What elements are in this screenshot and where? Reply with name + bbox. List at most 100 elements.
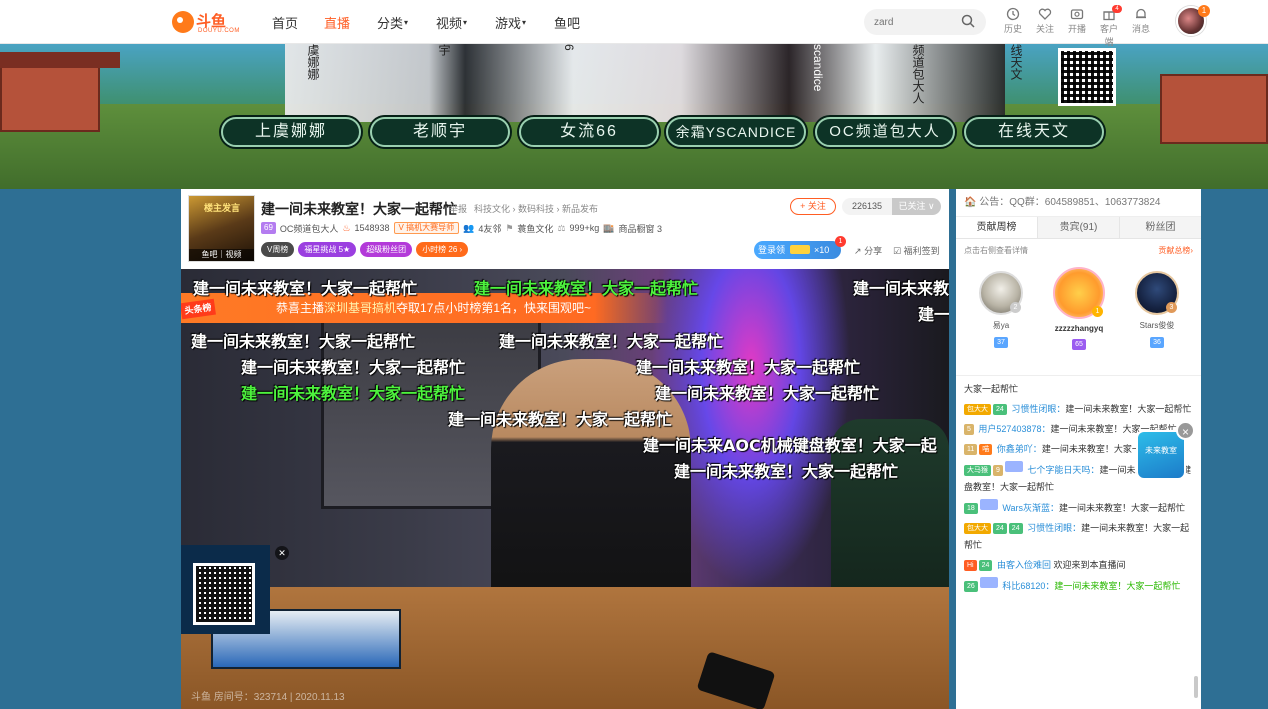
chat-username[interactable]: 习惯性闭眼： (1027, 523, 1081, 533)
thumb-links[interactable]: 鱼吧｜视频 (189, 249, 254, 261)
avatar-badge: 1 (1198, 5, 1210, 17)
fans-count: 226135 (842, 198, 892, 215)
clock-icon (1006, 7, 1020, 21)
chat-list: 大家一起帮忙 包大大 24 习惯性闭眼：建一间未来教室！大家一起帮忙 5 用户52… (956, 375, 1201, 709)
anchor-name[interactable]: OC频道包大人 (280, 222, 339, 235)
share-button[interactable]: ↗ 分享 (854, 244, 882, 257)
nav-video[interactable]: 视频▾ (436, 13, 467, 32)
shop-icon: 🏬 (603, 222, 615, 233)
chat-username[interactable]: 七个字能日天吗： (1027, 465, 1099, 475)
room-title: 建一间未来教室！大家一起帮忙 (261, 201, 457, 217)
nav-live[interactable]: 直播 (324, 13, 350, 32)
client-download-button[interactable]: 客户端 4 (1096, 5, 1122, 48)
chat-message: 26 科比68120：建一间未来教室！大家一起帮忙 (964, 577, 1193, 595)
messages-button[interactable]: 消息 (1128, 7, 1154, 35)
nav-category[interactable]: 分类▾ (377, 13, 408, 32)
chip-lucky-star[interactable]: 福星挑战 5★ (298, 242, 357, 257)
rank-user-3[interactable]: 3 Stars俊俊 36 (1122, 271, 1192, 349)
nav-home[interactable]: 首页 (272, 13, 298, 32)
video-qr-ad[interactable] (181, 545, 270, 634)
banner-streamer-5[interactable]: OC频道包大人 (815, 117, 955, 147)
rank-tabs: 贡献周榜 贵宾(91) 粉丝团 (956, 217, 1201, 239)
nav-game[interactable]: 游戏▾ (495, 13, 526, 32)
chat-username[interactable]: Wars灰渐蓝： (1002, 503, 1059, 513)
avatar: 3 (1135, 271, 1179, 315)
danmu-item: 建一间未来教室！大家一起帮忙 (193, 279, 418, 298)
tab-vip[interactable]: 贵宾(91) (1038, 217, 1120, 238)
top3-ranking: 2 易ya 37 1 zzzzzhangyq 65 3 Stars俊俊 36 (956, 267, 1201, 365)
user-avatar[interactable]: 1 (1176, 5, 1210, 36)
rank-user-1[interactable]: 1 zzzzzhangyq 65 (1044, 267, 1114, 351)
fan-badge: 喵 (979, 444, 993, 455)
room-notice: 🏠 公告：QQ群：604589851、1063773824 (956, 189, 1201, 217)
fan-badge: 包大大 (964, 523, 991, 534)
chat-username[interactable]: 习惯性闭眼： (1011, 404, 1065, 414)
level-badge: 9 (993, 465, 1003, 476)
welfare-checkin-button[interactable]: ☑ 福利签到 (893, 244, 940, 257)
anchor-tag[interactable]: V 搞机大赛导师 (393, 222, 460, 234)
chip-v-weekly[interactable]: V周榜 (261, 242, 295, 257)
danmu-item: 建一间未来教室！大家一起帮忙 (655, 384, 880, 403)
danmu-item: 建一间未来教室！大家一起帮忙 (448, 410, 673, 429)
chat-username[interactable]: 你鑫弟吖： (997, 444, 1042, 454)
close-icon[interactable]: ✕ (275, 546, 289, 560)
rank-user-2[interactable]: 2 易ya 37 (966, 271, 1036, 349)
start-live-button[interactable]: 开播 (1064, 7, 1090, 35)
shop-window-link[interactable]: 商品橱窗 3 (619, 222, 663, 235)
danmu-item: 建一 (918, 305, 949, 324)
chip-super-fans[interactable]: 超级粉丝团 (360, 242, 413, 257)
login-gift-label: 登录领 (758, 245, 786, 255)
level-badge: 26 (964, 581, 978, 592)
rank-total-link[interactable]: 贡献总榜› (1158, 245, 1193, 256)
follow-list-button[interactable]: 关注 (1032, 7, 1058, 35)
clan-link[interactable]: 4友邻 (478, 222, 501, 235)
banner-streamer-1[interactable]: 上虞娜娜 (221, 117, 361, 147)
guild-link[interactable]: 蓑鱼文化 (517, 222, 553, 235)
banner-streamer-6[interactable]: 在线天文 (964, 117, 1104, 147)
chat-message: 包大大 24 24 习惯性闭眼：建一间未来教室！大家一起帮忙 (964, 523, 1190, 550)
video-player[interactable]: 恭喜主播深圳基哥搞机夺取17点小时榜第1名，快来围观吧~ 头条榜 建一间未来教室… (181, 269, 949, 709)
chip-hourly-rank[interactable]: 小时榜 26 › (416, 242, 469, 257)
notice-icon: 🏠 (964, 197, 977, 208)
banner-streamer-3[interactable]: 女流66 (519, 117, 659, 147)
noble-icon (979, 499, 998, 510)
login-gift-badge: 1 (835, 236, 846, 247)
category-breadcrumb[interactable]: 科技文化 › 数码科技 › 新品发布 (474, 202, 598, 215)
level-badge: 24 (978, 560, 993, 571)
search-icon[interactable] (961, 14, 975, 28)
banner-streamer-4[interactable]: 余霜YSCANDICE (666, 117, 806, 147)
banner-streamers-photo (285, 44, 1005, 122)
banner-streamer-2[interactable]: 老顺宇 (370, 117, 510, 147)
follow-button[interactable]: + 关注 (790, 198, 836, 215)
banner-house-right (1160, 74, 1268, 144)
noble-icon (979, 577, 998, 588)
banner-qr-code (1058, 48, 1116, 106)
chat-username[interactable]: 由客入俭难回 (997, 560, 1051, 570)
room-thumbnail[interactable]: 楼主发言 鱼吧｜视频 (188, 195, 255, 262)
heat-value: 1548938 (354, 223, 390, 233)
level-badge: 11 (964, 444, 978, 455)
douyu-logo[interactable]: 斗鱼 DOUYU.COM (172, 9, 239, 35)
nav-fishbar[interactable]: 鱼吧 (554, 13, 580, 32)
chat-username[interactable]: 用户527403878： (978, 424, 1050, 434)
tab-weekly-contribution[interactable]: 贡献周榜 (956, 217, 1038, 238)
chat-username[interactable]: 科比68120： (1002, 581, 1054, 591)
banner-vtext-6: 线天文 (1009, 44, 1023, 80)
people-icon: 👥 (463, 222, 475, 233)
banner-vtext-2: 宇 (437, 44, 451, 56)
close-icon[interactable]: × (1176, 421, 1195, 440)
camera-icon (1070, 9, 1084, 20)
share-icon: ↗ (854, 246, 862, 256)
banner-vtext-5: 频道包大人 (911, 44, 925, 104)
fish-logo-icon (172, 11, 194, 33)
login-gift-button[interactable]: 登录领 ×10 1 (754, 236, 846, 259)
report-link[interactable]: 举报 (449, 202, 467, 215)
chevron-down-icon: ▾ (404, 18, 409, 27)
player-container: 楼主发言 鱼吧｜视频 建一间未来教室！大家一起帮忙 举报 科技文化 › 数码科技… (181, 189, 949, 709)
login-gift-count: ×10 (814, 245, 830, 255)
history-button[interactable]: 历史 (1000, 7, 1026, 35)
room-watermark: 斗鱼 房间号：323714 | 2020.11.13 (191, 692, 345, 703)
chat-scrollbar[interactable] (1194, 676, 1198, 698)
tab-fan-club[interactable]: 粉丝团 (1120, 217, 1201, 238)
followed-dropdown[interactable]: 已关注 ∨ (892, 198, 941, 215)
